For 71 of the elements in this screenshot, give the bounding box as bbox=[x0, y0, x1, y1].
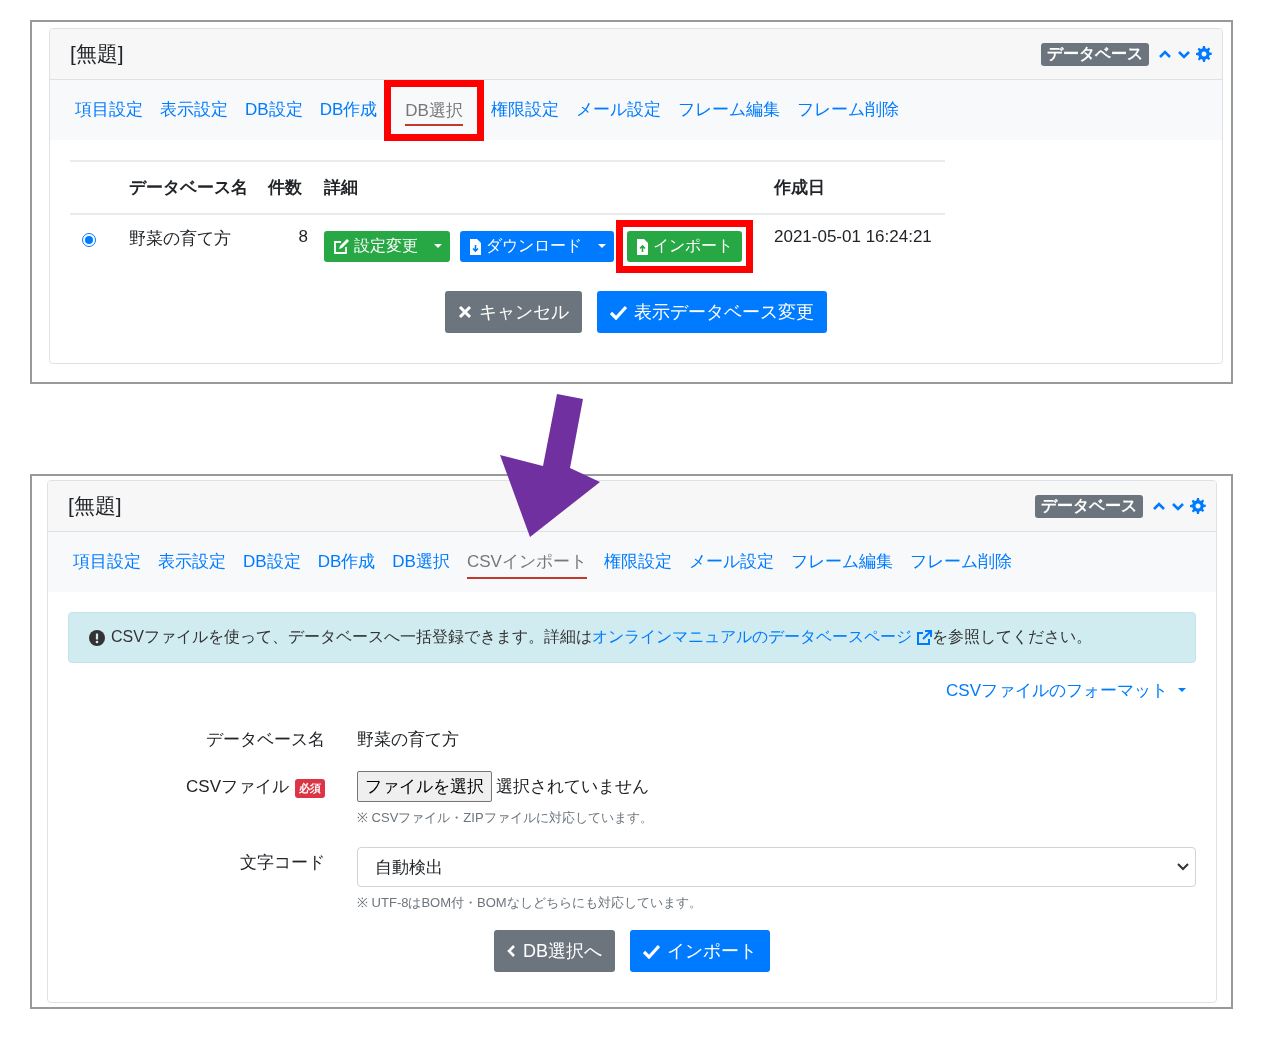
submit-button[interactable]: 表示データベース変更 bbox=[597, 291, 827, 333]
help-text: ※ CSVファイル・ZIPファイルに対応しています。 bbox=[357, 809, 654, 827]
choose-file-button[interactable]: ファイルを選択 bbox=[357, 771, 492, 802]
caret-down-icon bbox=[1178, 688, 1186, 693]
field-label: 文字コード bbox=[240, 852, 325, 874]
help-text: ※ UTF-8はBOM付・BOMなしどちらにも対応しています。 bbox=[357, 894, 703, 912]
external-link-icon bbox=[916, 629, 933, 646]
settings-icon[interactable] bbox=[1196, 46, 1212, 62]
tab[interactable]: フレーム削除 bbox=[796, 93, 899, 127]
field-label: データベース名 bbox=[206, 729, 325, 751]
cancel-button[interactable]: キャンセル bbox=[445, 291, 582, 333]
tab[interactable]: 権限設定 bbox=[603, 545, 672, 579]
check-icon bbox=[610, 304, 627, 320]
tab[interactable]: CSVインポート bbox=[466, 545, 587, 579]
file-download-icon bbox=[469, 238, 481, 255]
required-badge: 必須 bbox=[295, 779, 325, 798]
caret-down-icon bbox=[598, 244, 606, 249]
column-header: 件数 bbox=[268, 178, 302, 197]
back-button[interactable]: DB選択へ bbox=[494, 930, 615, 972]
panel-title: [無題] bbox=[68, 493, 122, 519]
database-badge: データベース bbox=[1035, 494, 1143, 518]
panel-title: [無題] bbox=[70, 41, 124, 67]
manual-link[interactable]: オンラインマニュアルのデータベースページ bbox=[591, 628, 933, 645]
alert-text: CSVファイルを使って、データベースへ一括登録できます。詳細はオンラインマニュアルのデータベースページ を参照してください。 bbox=[111, 627, 1093, 648]
dropdown-toggle[interactable] bbox=[426, 231, 450, 262]
settings-icon[interactable] bbox=[1190, 498, 1206, 514]
format-link[interactable]: CSVファイルのフォーマット bbox=[946, 679, 1186, 702]
column-header: 詳細 bbox=[324, 178, 358, 197]
table-cell: 野菜の育て方 bbox=[129, 229, 231, 248]
table-cell: 8 bbox=[298, 227, 308, 246]
caret-up-icon[interactable] bbox=[1158, 48, 1172, 60]
file-upload-icon bbox=[636, 238, 648, 255]
column-header: データベース名 bbox=[129, 178, 248, 197]
submit-button[interactable]: インポート bbox=[630, 930, 770, 972]
exclamation-icon bbox=[89, 629, 105, 646]
caret-down-icon bbox=[434, 244, 442, 249]
chevron-down-icon bbox=[1177, 863, 1189, 871]
tab[interactable]: フレーム削除 bbox=[909, 545, 1012, 579]
select-field[interactable]: 自動検出 bbox=[357, 847, 1196, 887]
pencil-square-icon bbox=[333, 239, 349, 254]
caret-up-icon[interactable] bbox=[1152, 500, 1166, 512]
tab[interactable]: DB作成 bbox=[319, 93, 378, 127]
field-label: CSVファイル bbox=[186, 776, 289, 798]
column-header: 作成日 bbox=[773, 178, 825, 197]
tab[interactable]: 項目設定 bbox=[73, 545, 141, 579]
database-badge: データベース bbox=[1041, 42, 1149, 66]
close-icon bbox=[458, 305, 472, 319]
check-icon bbox=[643, 943, 660, 959]
tab[interactable]: メール設定 bbox=[688, 545, 774, 579]
tab[interactable]: DB設定 bbox=[245, 93, 303, 127]
file-status: 選択されていません bbox=[496, 776, 649, 798]
tab[interactable]: 表示設定 bbox=[158, 545, 226, 579]
field-value: 野菜の育て方 bbox=[357, 730, 459, 749]
tab[interactable]: 項目設定 bbox=[75, 93, 143, 127]
tab[interactable]: 表示設定 bbox=[160, 93, 228, 127]
tab[interactable]: DB作成 bbox=[317, 545, 376, 579]
tab[interactable]: DB選択 bbox=[405, 96, 463, 126]
tab[interactable]: DB選択 bbox=[392, 545, 450, 579]
edit-button[interactable]: 設定変更 bbox=[324, 231, 426, 262]
tab[interactable]: フレーム編集 bbox=[677, 93, 780, 127]
tab[interactable]: 権限設定 bbox=[490, 93, 559, 127]
dropdown-toggle[interactable] bbox=[590, 231, 614, 262]
caret-down-icon[interactable] bbox=[1171, 500, 1185, 512]
tab[interactable]: メール設定 bbox=[575, 93, 661, 127]
tab[interactable]: フレーム編集 bbox=[790, 545, 893, 579]
caret-down-icon[interactable] bbox=[1177, 48, 1191, 60]
table-cell: 2021-05-01 16:24:21 bbox=[773, 227, 932, 246]
download-button[interactable]: ダウンロード bbox=[460, 231, 590, 262]
chevron-left-icon bbox=[507, 945, 516, 957]
import-button[interactable]: インポート bbox=[627, 231, 742, 262]
tab[interactable]: DB設定 bbox=[243, 545, 301, 579]
